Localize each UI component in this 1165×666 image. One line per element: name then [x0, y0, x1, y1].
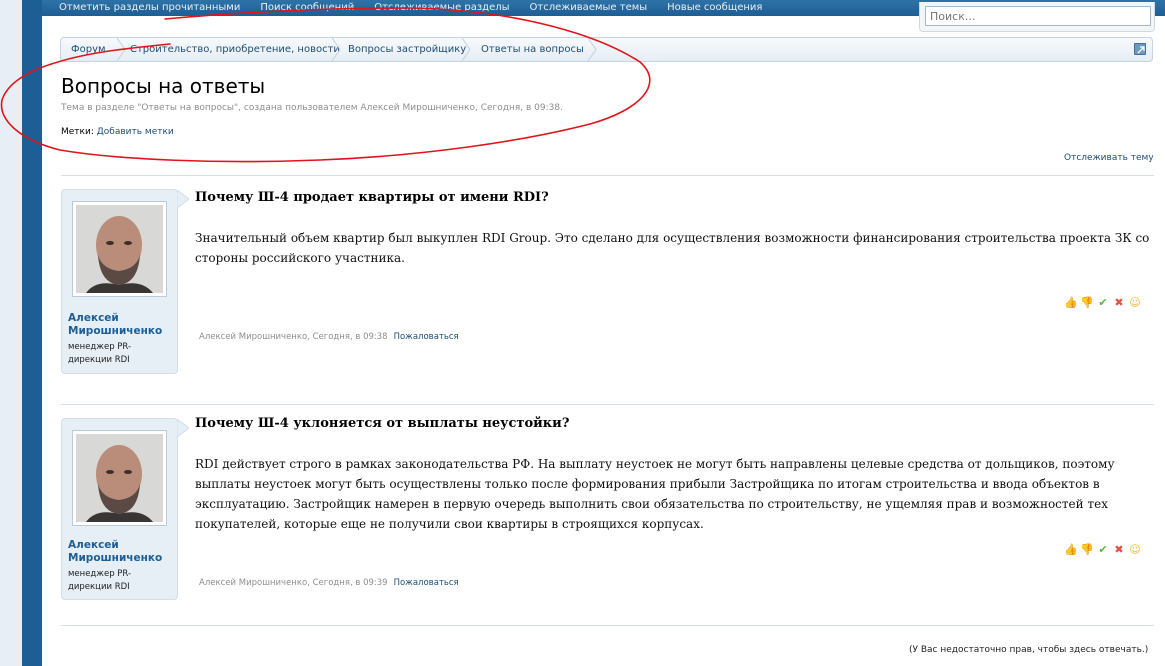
- breadcrumb-separator: [587, 38, 597, 61]
- watch-thread-link[interactable]: Отслеживать тему: [1064, 153, 1154, 163]
- post-author-date: Алексей Мирошниченко, Сегодня, в 09:38: [199, 332, 388, 342]
- tags-label: Метки:: [61, 127, 94, 137]
- search-input[interactable]: [925, 6, 1151, 26]
- new-messages-link[interactable]: Новые сообщения: [667, 1, 762, 14]
- like-icon[interactable]: 👍: [1064, 296, 1078, 310]
- search-messages-link[interactable]: Поиск сообщений: [260, 1, 354, 14]
- search-box: [919, 2, 1155, 32]
- user-card-arrow: [177, 190, 189, 208]
- post-separator: [61, 625, 1154, 626]
- post-title: Почему Ш-4 уклоняется от выплаты неустой…: [195, 416, 570, 431]
- add-tags-link[interactable]: Добавить метки: [97, 127, 174, 137]
- disagree-icon[interactable]: ✖: [1112, 296, 1126, 310]
- report-link[interactable]: Пожаловаться: [394, 332, 459, 342]
- thread-tags: Метки: Добавить метки: [61, 127, 174, 137]
- disagree-icon[interactable]: ✖: [1112, 543, 1126, 557]
- avatar[interactable]: [72, 430, 167, 526]
- watched-threads-link[interactable]: Отслеживаемые темы: [530, 1, 648, 14]
- post-author-date: Алексей Мирошниченко, Сегодня, в 09:39: [199, 578, 388, 588]
- thread-description: Тема в разделе "Ответы на вопросы", созд…: [61, 103, 563, 113]
- post-body: Значительный объем квартир был выкуплен …: [195, 231, 1150, 265]
- post-separator: [61, 404, 1154, 405]
- funny-icon[interactable]: ☺: [1128, 296, 1142, 310]
- post-author-role: менеджер PR- дирекции RDI: [68, 342, 132, 365]
- left-accent-bar: [22, 0, 42, 666]
- breadcrumb-item-answers[interactable]: Ответы на вопросы: [481, 38, 584, 61]
- funny-icon[interactable]: ☺: [1128, 543, 1142, 557]
- breadcrumb-separator: [461, 38, 471, 61]
- like-icon[interactable]: 👍: [1064, 543, 1078, 557]
- post-body: RDI действует строго в рамках законодате…: [195, 457, 1115, 531]
- post-author-name[interactable]: Алексей Мирошниченко: [68, 312, 176, 338]
- post-author-role: менеджер PR- дирекции RDI: [68, 569, 132, 592]
- breadcrumb-item-developer-questions[interactable]: Вопросы застройщику: [348, 38, 466, 61]
- report-link[interactable]: Пожаловаться: [394, 578, 459, 588]
- agree-icon[interactable]: ✔: [1096, 296, 1110, 310]
- page-title: Вопросы на ответы: [61, 74, 266, 98]
- external-link-icon[interactable]: [1134, 43, 1146, 55]
- rating-bar: 👍 👎 ✔ ✖ ☺: [1064, 543, 1142, 557]
- breadcrumb-separator: [116, 38, 126, 61]
- post-separator: [61, 175, 1154, 176]
- post-meta: Алексей Мирошниченко, Сегодня, в 09:39 По…: [199, 578, 459, 588]
- dislike-icon[interactable]: 👎: [1080, 296, 1094, 310]
- post-title: Почему Ш-4 продает квартиры от имени RDI…: [195, 190, 549, 205]
- agree-icon[interactable]: ✔: [1096, 543, 1110, 557]
- breadcrumb-item-forum[interactable]: Форум: [71, 38, 106, 61]
- left-sidebar-strip: [0, 0, 42, 666]
- user-card: Алексей Мирошниченко менеджер PR- дирекц…: [61, 189, 178, 374]
- breadcrumb-separator: [331, 38, 341, 61]
- rating-bar: 👍 👎 ✔ ✖ ☺: [1064, 296, 1142, 310]
- user-card-arrow: [177, 419, 189, 437]
- avatar[interactable]: [72, 201, 167, 297]
- mark-forums-read-link[interactable]: Отметить разделы прочитанными: [59, 1, 240, 14]
- no-reply-notice: (У Вас недостаточно прав, чтобы здесь от…: [909, 645, 1149, 655]
- top-nav-links: Отметить разделы прочитанными Поиск сооб…: [59, 1, 782, 14]
- user-card: Алексей Мирошниченко менеджер PR- дирекц…: [61, 418, 178, 600]
- breadcrumb-item-construction[interactable]: Строительство, приобретение, новости: [130, 38, 340, 61]
- dislike-icon[interactable]: 👎: [1080, 543, 1094, 557]
- post-meta: Алексей Мирошниченко, Сегодня, в 09:38 По…: [199, 332, 459, 342]
- breadcrumb: Форум Строительство, приобретение, новос…: [60, 37, 1153, 62]
- post-author-name[interactable]: Алексей Мирошниченко: [68, 539, 176, 565]
- watched-forums-link[interactable]: Отслеживаемые разделы: [374, 1, 509, 14]
